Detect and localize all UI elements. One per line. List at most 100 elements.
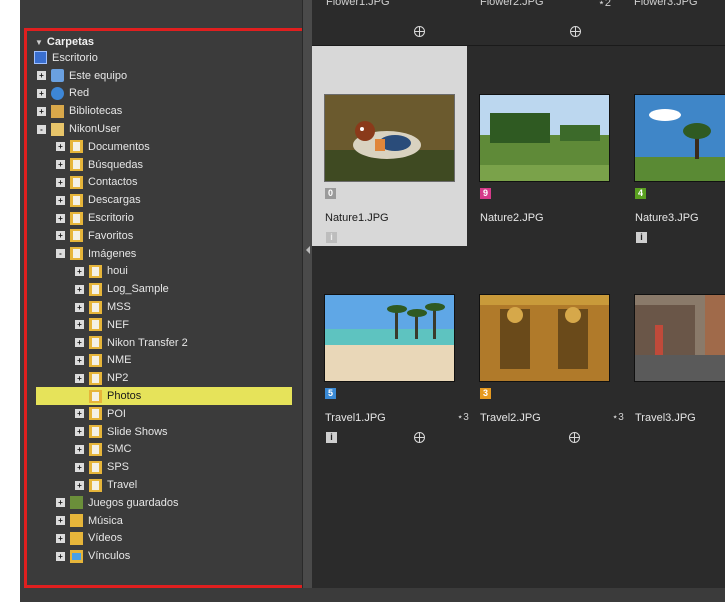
tree-item-nef[interactable]: + NEF: [27, 316, 303, 334]
expand-icon[interactable]: +: [75, 284, 84, 294]
tree-item-label: Descargas: [88, 194, 141, 207]
expand-icon[interactable]: +: [56, 160, 65, 170]
tree-item-label: Favoritos: [88, 229, 134, 242]
tree-item-descargas[interactable]: + Descargas: [27, 191, 303, 209]
tree-item-label: Documentos: [88, 140, 150, 153]
expand-icon[interactable]: +: [75, 355, 84, 365]
thumbnail-cell[interactable]: 4 Nature3.JPG i: [622, 46, 725, 246]
thumbnail-image[interactable]: [479, 294, 610, 382]
expand-icon[interactable]: +: [56, 142, 65, 152]
expand-icon[interactable]: +: [56, 213, 65, 223]
tree-item-label: Slide Shows: [107, 425, 168, 438]
folder-icon: [70, 229, 83, 243]
expand-icon[interactable]: +: [75, 427, 84, 437]
expand-icon[interactable]: +: [75, 462, 84, 472]
tree-item-b-squedas[interactable]: + Búsquedas: [27, 156, 303, 174]
expand-icon[interactable]: +: [75, 338, 84, 348]
tree-item-nme[interactable]: + NME: [27, 352, 303, 370]
collapse-icon[interactable]: -: [37, 124, 46, 134]
tree-item-np2[interactable]: + NP2: [27, 369, 303, 387]
folder-icon: [89, 371, 102, 385]
tree-item-favoritos[interactable]: + Favoritos: [27, 227, 303, 245]
color-label-badge: 5: [325, 388, 336, 399]
folders-tree-highlight: ▼ Carpetas Escritorio + Este equipo + Red + Bi…: [24, 28, 306, 588]
tree-item-log-sample[interactable]: + Log_Sample: [27, 280, 303, 298]
folder-icon: [70, 140, 83, 154]
expand-icon[interactable]: +: [75, 409, 84, 419]
tree-item-label: Este equipo: [69, 69, 128, 82]
tree-item-label: Red: [69, 87, 90, 100]
tree-item-contactos[interactable]: + Contactos: [27, 174, 303, 192]
thumbnail-image[interactable]: [324, 294, 455, 382]
tree-item-v-deos[interactable]: + Vídeos: [27, 530, 303, 548]
expand-icon[interactable]: +: [37, 88, 46, 98]
expand-icon[interactable]: +: [75, 444, 84, 454]
expand-icon[interactable]: +: [75, 302, 84, 312]
expand-icon[interactable]: +: [56, 177, 65, 187]
expand-icon[interactable]: +: [56, 551, 65, 561]
computer-icon: [51, 69, 64, 83]
tree-item-escritorio[interactable]: Escritorio: [27, 49, 303, 67]
tree-item-label: Música: [88, 514, 123, 527]
expand-icon[interactable]: +: [56, 195, 65, 205]
thumbnail-cell[interactable]: 5 Travel1.JPG ⋆3 i: [312, 246, 469, 446]
thumbnail-cell[interactable]: 3 Travel2.JPG ⋆3: [467, 246, 624, 446]
thumbnail-filename: Travel1.JPG: [325, 412, 386, 424]
expand-icon[interactable]: +: [56, 231, 65, 241]
expand-icon[interactable]: +: [75, 320, 84, 330]
folders-header[interactable]: ▼ Carpetas: [27, 31, 303, 49]
panel-splitter[interactable]: [302, 0, 312, 602]
folder-icon: [70, 175, 83, 189]
tree-item-photos[interactable]: Photos: [36, 387, 292, 405]
tree-item-poi[interactable]: + POI: [27, 405, 303, 423]
network-icon: [51, 86, 64, 100]
thumbnail-filename: Travel3.JPG: [635, 412, 696, 424]
collapse-icon[interactable]: -: [56, 249, 65, 259]
tree-item-este-equipo[interactable]: + Este equipo: [27, 67, 303, 85]
thumbnail-name: Flower3.JPG: [634, 0, 698, 8]
tree-item-v-nculos[interactable]: + Vínculos: [27, 547, 303, 565]
expand-icon[interactable]: +: [56, 498, 65, 508]
tree-item-mss[interactable]: + MSS: [27, 298, 303, 316]
expand-icon[interactable]: +: [37, 71, 46, 81]
tree-item-nikonuser[interactable]: - NikonUser: [27, 120, 303, 138]
thumbnail-cell[interactable]: 9 Nature2.JPG: [467, 46, 622, 246]
thumbnail-image[interactable]: [479, 94, 610, 182]
tree-item-escritorio[interactable]: + Escritorio: [27, 209, 303, 227]
info-icon[interactable]: i: [636, 232, 647, 243]
expand-icon[interactable]: +: [56, 516, 65, 526]
folder-icon: [89, 353, 102, 367]
tree-item-red[interactable]: + Red: [27, 85, 303, 103]
tree-item-nikon-transfer-2[interactable]: + Nikon Transfer 2: [27, 334, 303, 352]
info-icon[interactable]: i: [326, 432, 337, 443]
tree-item-sps[interactable]: + SPS: [27, 458, 303, 476]
thumbnail-image[interactable]: [634, 294, 725, 382]
tree-item-documentos[interactable]: + Documentos: [27, 138, 303, 156]
location-globe-icon: [569, 432, 580, 443]
location-globe-icon: [414, 26, 425, 37]
thumbnail-image[interactable]: [324, 94, 455, 182]
collapse-triangle-icon[interactable]: ▼: [35, 38, 43, 47]
tree-item-travel[interactable]: + Travel: [27, 476, 303, 494]
info-icon[interactable]: i: [326, 232, 337, 243]
tree-item-label: Bibliotecas: [69, 105, 123, 118]
tree-item-im-genes[interactable]: - Imágenes: [27, 245, 303, 263]
expand-icon[interactable]: +: [75, 266, 84, 276]
expand-icon[interactable]: +: [37, 106, 46, 116]
thumbnail-cell[interactable]: Travel3.JPG: [622, 246, 725, 446]
tree-item-bibliotecas[interactable]: + Bibliotecas: [27, 102, 303, 120]
expand-icon[interactable]: +: [75, 480, 84, 490]
tree-item-label: POI: [107, 407, 126, 420]
expand-icon[interactable]: +: [75, 373, 84, 383]
tree-item-slide-shows[interactable]: + Slide Shows: [27, 423, 303, 441]
thumbnail-image[interactable]: [634, 94, 725, 182]
expand-icon[interactable]: +: [56, 533, 65, 543]
thumbnail-cell[interactable]: 0 Nature1.JPG i: [312, 46, 467, 246]
tree-item-juegos-guardados[interactable]: + Juegos guardados: [27, 494, 303, 512]
tree-item-m-sica[interactable]: + Música: [27, 512, 303, 530]
collapse-left-arrow-icon[interactable]: [306, 246, 310, 254]
color-label-badge: 9: [480, 188, 491, 199]
tree-item-houi[interactable]: + houi: [27, 263, 303, 281]
tree-item-smc[interactable]: + SMC: [27, 441, 303, 459]
